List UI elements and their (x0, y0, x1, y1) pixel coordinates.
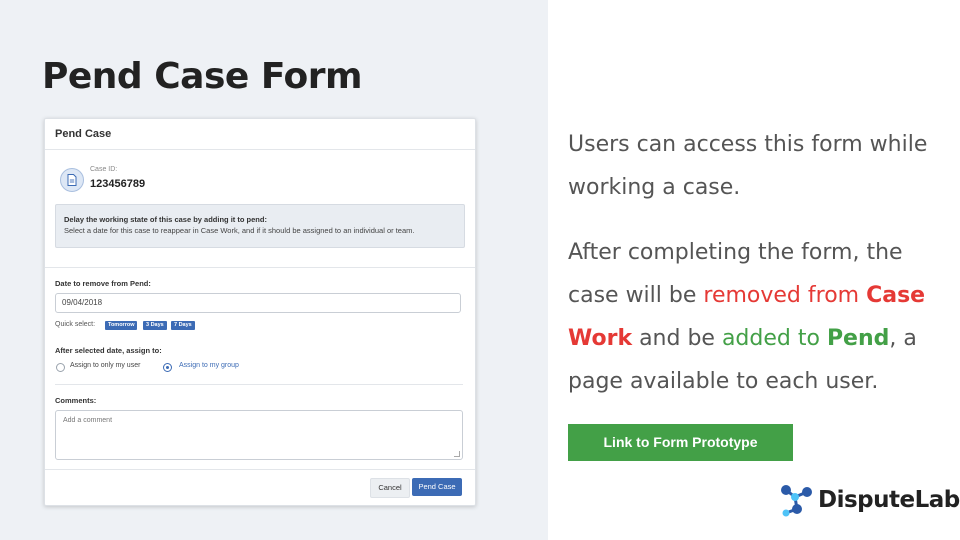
cancel-button[interactable]: Cancel (370, 478, 410, 498)
document-icon (60, 168, 84, 192)
footer-divider (45, 469, 475, 470)
radio-label-my-group[interactable]: Assign to my group (179, 362, 239, 369)
form-prototype-link-button[interactable]: Link to Form Prototype (568, 424, 793, 461)
assign-label: After selected date, assign to: (55, 346, 162, 355)
info-text: Select a date for this case to reappear … (64, 226, 415, 235)
radio-my-group[interactable] (163, 363, 172, 372)
quick-select-label: Quick select: (55, 321, 96, 328)
radio-only-my-user[interactable] (56, 363, 65, 372)
description-text: and be (632, 326, 722, 351)
form-title: Pend Case (55, 128, 112, 140)
removed-from-text: removed from (703, 283, 867, 308)
description-access: Users can access this form while working… (568, 132, 928, 200)
comment-placeholder: Add a comment (63, 417, 113, 424)
pend-text: Pend (826, 326, 890, 351)
date-label: Date to remove from Pend: (55, 279, 151, 288)
date-input[interactable]: 09/04/2018 (55, 293, 461, 313)
pend-case-form: Pend Case Case ID: 123456789 Delay the w… (44, 118, 476, 506)
logo-wordmark: DisputeLab (818, 487, 960, 513)
description-result: After completing the form, the case will… (568, 231, 948, 403)
added-to-text: added to (721, 326, 827, 351)
radio-label-only-my-user[interactable]: Assign to only my user (70, 362, 140, 369)
info-box: Delay the working state of this case by … (55, 204, 465, 248)
form-header: Pend Case (45, 119, 475, 150)
slide-title: Pend Case Form (42, 56, 362, 97)
pend-case-button[interactable]: Pend Case (412, 478, 462, 496)
disputelab-logo: DisputeLab (778, 483, 960, 519)
quick-select-tomorrow[interactable]: Tomorrow (105, 321, 138, 330)
case-id-label: Case ID: (90, 166, 118, 173)
section-divider (45, 267, 475, 268)
molecule-logo-icon (781, 485, 812, 517)
info-title: Delay the working state of this case by … (64, 215, 267, 224)
quick-select-7-days[interactable]: 7 Days (171, 321, 195, 330)
comments-label: Comments: (55, 396, 97, 405)
case-id-value: 123456789 (90, 178, 146, 190)
quick-select-3-days[interactable]: 3 Days (143, 321, 167, 330)
resize-handle-icon[interactable] (454, 451, 460, 457)
comment-textarea[interactable]: Add a comment (55, 410, 463, 460)
comments-divider (55, 384, 463, 385)
